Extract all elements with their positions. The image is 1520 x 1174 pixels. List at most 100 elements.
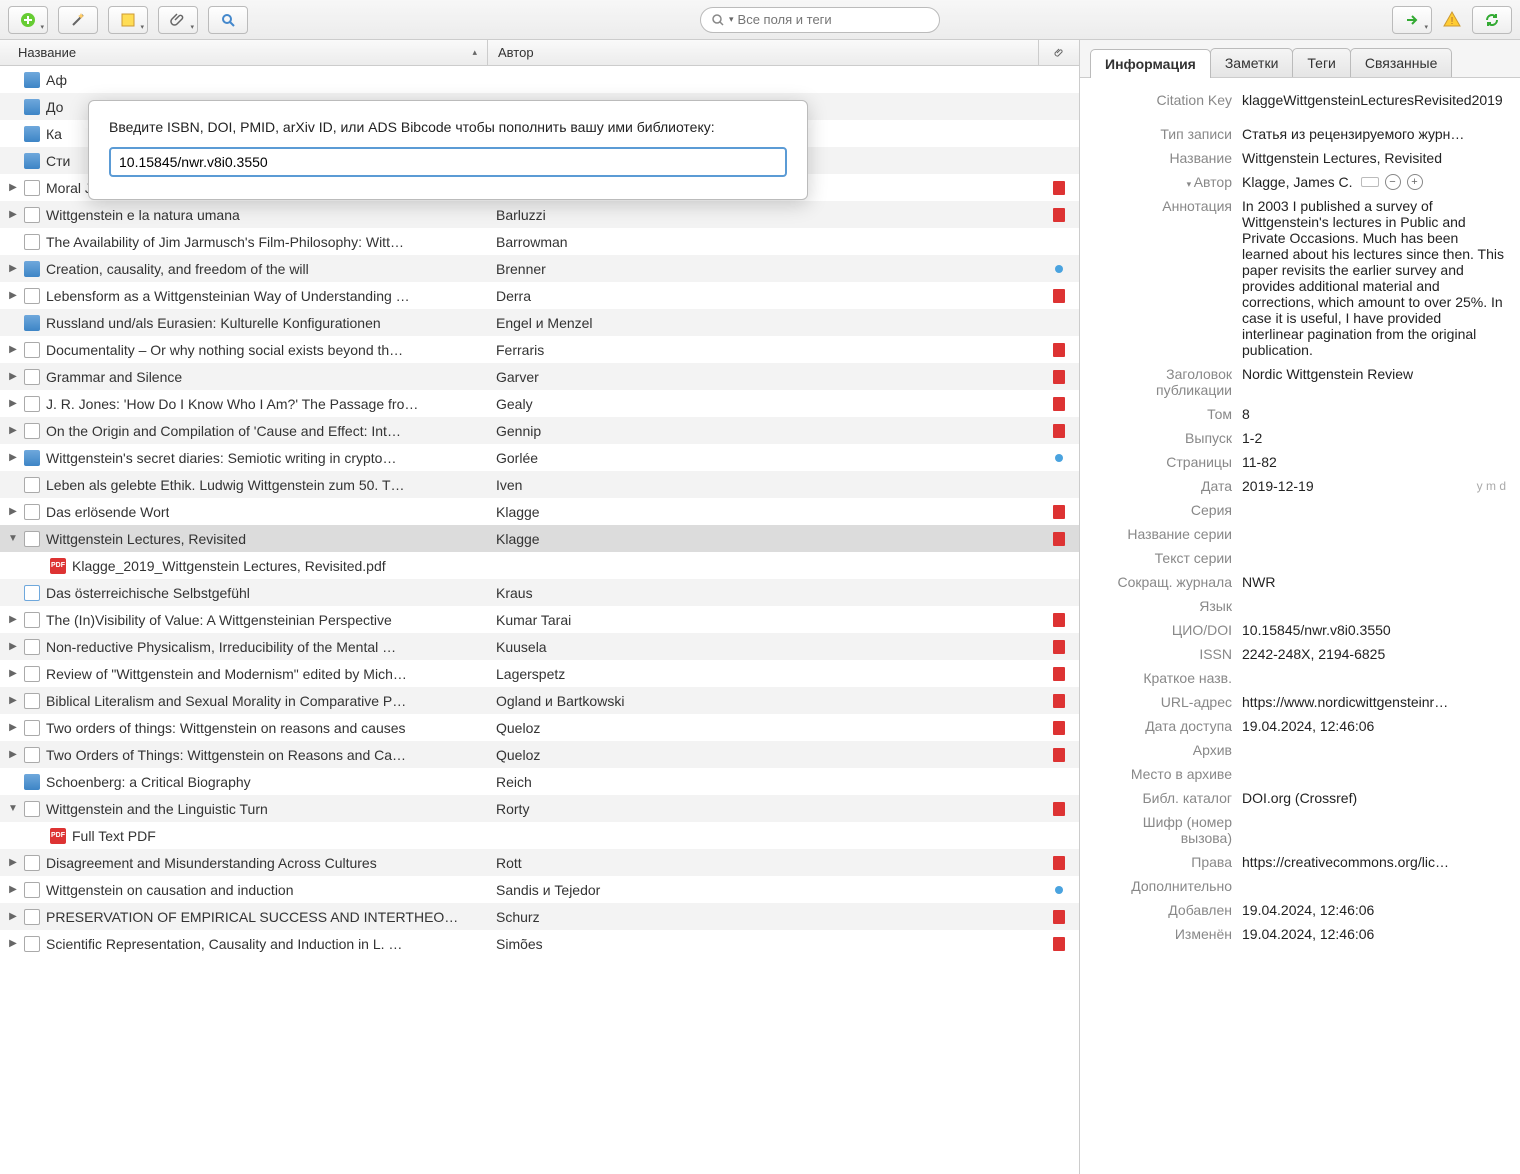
column-attachment[interactable]: [1039, 40, 1079, 65]
disclosure-triangle[interactable]: ▶: [6, 748, 20, 762]
field-value[interactable]: In 2003 I published a survey of Wittgens…: [1242, 198, 1506, 358]
sync-button[interactable]: [1472, 6, 1512, 34]
disclosure-triangle[interactable]: ▶: [6, 208, 20, 222]
new-note-button[interactable]: ▾: [108, 6, 148, 34]
column-title[interactable]: Название▴: [0, 40, 488, 65]
doc-icon: [24, 369, 40, 385]
field-value[interactable]: 2242-248X, 2194-6825: [1242, 646, 1506, 662]
add-author-button[interactable]: +: [1407, 174, 1423, 190]
table-row[interactable]: The Availability of Jim Jarmusch's Film-…: [0, 228, 1079, 255]
table-row[interactable]: Das österreichische SelbstgefühlKraus: [0, 579, 1079, 606]
tab-related[interactable]: Связанные: [1350, 48, 1453, 77]
detail-tabs: Информация Заметки Теги Связанные: [1080, 40, 1520, 78]
disclosure-triangle[interactable]: ▶: [6, 613, 20, 627]
field-value[interactable]: 8: [1242, 406, 1506, 422]
table-row[interactable]: Аф: [0, 66, 1079, 93]
doc-icon: [24, 639, 40, 655]
table-row[interactable]: ▶Review of "Wittgenstein and Modernism" …: [0, 660, 1079, 687]
table-row[interactable]: ▶Scientific Representation, Causality an…: [0, 930, 1079, 957]
disclosure-triangle[interactable]: ▼: [6, 802, 20, 816]
table-row[interactable]: ▶Grammar and SilenceGarver: [0, 363, 1079, 390]
table-row[interactable]: ▶Wittgenstein's secret diaries: Semiotic…: [0, 444, 1079, 471]
tab-info[interactable]: Информация: [1090, 49, 1211, 78]
disclosure-triangle[interactable]: ▶: [6, 505, 20, 519]
doc-icon: [24, 693, 40, 709]
tab-tags[interactable]: Теги: [1292, 48, 1350, 77]
table-row[interactable]: ▶On the Origin and Compilation of 'Cause…: [0, 417, 1079, 444]
item-title: Documentality – Or why nothing social ex…: [46, 342, 403, 358]
disclosure-triangle[interactable]: ▶: [6, 937, 20, 951]
table-row[interactable]: ▶Non-reductive Physicalism, Irreducibili…: [0, 633, 1079, 660]
disclosure-triangle[interactable]: ▶: [6, 883, 20, 897]
remove-author-button[interactable]: −: [1385, 174, 1401, 190]
locate-button[interactable]: ▾: [1392, 6, 1432, 34]
field-value[interactable]: Wittgenstein Lectures, Revisited: [1242, 150, 1506, 166]
disclosure-triangle[interactable]: ▶: [6, 721, 20, 735]
disclosure-triangle[interactable]: ▶: [6, 910, 20, 924]
add-by-id-button[interactable]: [58, 6, 98, 34]
field-label: Название: [1094, 150, 1242, 166]
attachment-indicator: [1039, 667, 1079, 681]
field-value[interactable]: NWR: [1242, 574, 1506, 590]
table-row[interactable]: ▶Wittgenstein on causation and induction…: [0, 876, 1079, 903]
table-row[interactable]: ▶Disagreement and Misunderstanding Acros…: [0, 849, 1079, 876]
disclosure-triangle[interactable]: ▶: [6, 451, 20, 465]
field-value[interactable]: 11-82: [1242, 454, 1506, 470]
field-value[interactable]: https://www.nordicwittgensteinr…: [1242, 694, 1506, 710]
field-value[interactable]: 10.15845/nwr.v8i0.3550: [1242, 622, 1506, 638]
author-mode-toggle[interactable]: [1361, 177, 1379, 187]
disclosure-triangle[interactable]: ▼: [6, 532, 20, 546]
disclosure-triangle[interactable]: ▶: [6, 856, 20, 870]
field-value[interactable]: Nordic Wittgenstein Review: [1242, 366, 1506, 382]
table-row[interactable]: PDFKlagge_2019_Wittgenstein Lectures, Re…: [0, 552, 1079, 579]
warning-icon[interactable]: !: [1442, 10, 1462, 30]
field-value[interactable]: Klagge, James C.: [1242, 174, 1353, 190]
table-row[interactable]: ▶Biblical Literalism and Sexual Morality…: [0, 687, 1079, 714]
table-row[interactable]: PDFFull Text PDF: [0, 822, 1079, 849]
table-row[interactable]: Russland und/als Eurasien: Kulturelle Ko…: [0, 309, 1079, 336]
disclosure-triangle[interactable]: ▶: [6, 667, 20, 681]
field-label: Язык: [1094, 598, 1242, 614]
field-value[interactable]: 2019-12-19: [1242, 478, 1314, 494]
new-item-button[interactable]: ▾: [8, 6, 48, 34]
disclosure-triangle[interactable]: ▶: [6, 181, 20, 195]
disclosure-triangle[interactable]: ▶: [6, 694, 20, 708]
attach-button[interactable]: ▾: [158, 6, 198, 34]
disclosure-triangle[interactable]: ▶: [6, 397, 20, 411]
table-row[interactable]: ▶J. R. Jones: 'How Do I Know Who I Am?' …: [0, 390, 1079, 417]
disclosure-triangle[interactable]: ▶: [6, 424, 20, 438]
disclosure-triangle[interactable]: ▶: [6, 289, 20, 303]
table-row[interactable]: ▶Two orders of things: Wittgenstein on r…: [0, 714, 1079, 741]
field-value[interactable]: 1-2: [1242, 430, 1506, 446]
table-row[interactable]: Schoenberg: a Critical BiographyReich: [0, 768, 1079, 795]
table-row[interactable]: ▶Creation, causality, and freedom of the…: [0, 255, 1079, 282]
search-field[interactable]: ▾: [700, 7, 940, 33]
table-row[interactable]: ▶Wittgenstein e la natura umanaBarluzzi: [0, 201, 1079, 228]
field-value[interactable]: klaggeWittgensteinLecturesRevisited2019: [1242, 92, 1506, 108]
table-row[interactable]: ▼Wittgenstein and the Linguistic TurnRor…: [0, 795, 1079, 822]
table-row[interactable]: ▶ Documentality – Or why nothing social e…: [0, 336, 1079, 363]
advanced-search-button[interactable]: [208, 6, 248, 34]
field-value[interactable]: https://creativecommons.org/lic…: [1242, 854, 1506, 870]
disclosure-triangle[interactable]: ▶: [6, 370, 20, 384]
add-by-id-input[interactable]: [109, 147, 787, 177]
table-row[interactable]: ▶The (In)Visibility of Value: A Wittgens…: [0, 606, 1079, 633]
doc-icon: [24, 909, 40, 925]
field-label: Дополнительно: [1094, 878, 1242, 894]
search-input[interactable]: [738, 12, 929, 27]
field-label: Текст серии: [1094, 550, 1242, 566]
field-value[interactable]: DOI.org (Crossref): [1242, 790, 1506, 806]
disclosure-triangle[interactable]: ▶: [6, 262, 20, 276]
disclosure-triangle[interactable]: ▶: [6, 640, 20, 654]
field-value[interactable]: Статья из рецензируемого журн…: [1242, 126, 1506, 142]
table-row[interactable]: ▶Das erlösende WortKlagge: [0, 498, 1079, 525]
tab-notes[interactable]: Заметки: [1210, 48, 1294, 77]
disclosure-triangle[interactable]: ▶: [6, 343, 20, 357]
field-value[interactable]: 19.04.2024, 12:46:06: [1242, 718, 1506, 734]
table-row[interactable]: ▼Wittgenstein Lectures, RevisitedKlagge: [0, 525, 1079, 552]
column-author[interactable]: Автор: [488, 40, 1039, 65]
table-row[interactable]: ▶PRESERVATION OF EMPIRICAL SUCCESS AND I…: [0, 903, 1079, 930]
table-row[interactable]: ▶Two Orders of Things: Wittgenstein on R…: [0, 741, 1079, 768]
table-row[interactable]: Leben als gelebte Ethik. Ludwig Wittgens…: [0, 471, 1079, 498]
table-row[interactable]: ▶Lebensform as a Wittgensteinian Way of …: [0, 282, 1079, 309]
